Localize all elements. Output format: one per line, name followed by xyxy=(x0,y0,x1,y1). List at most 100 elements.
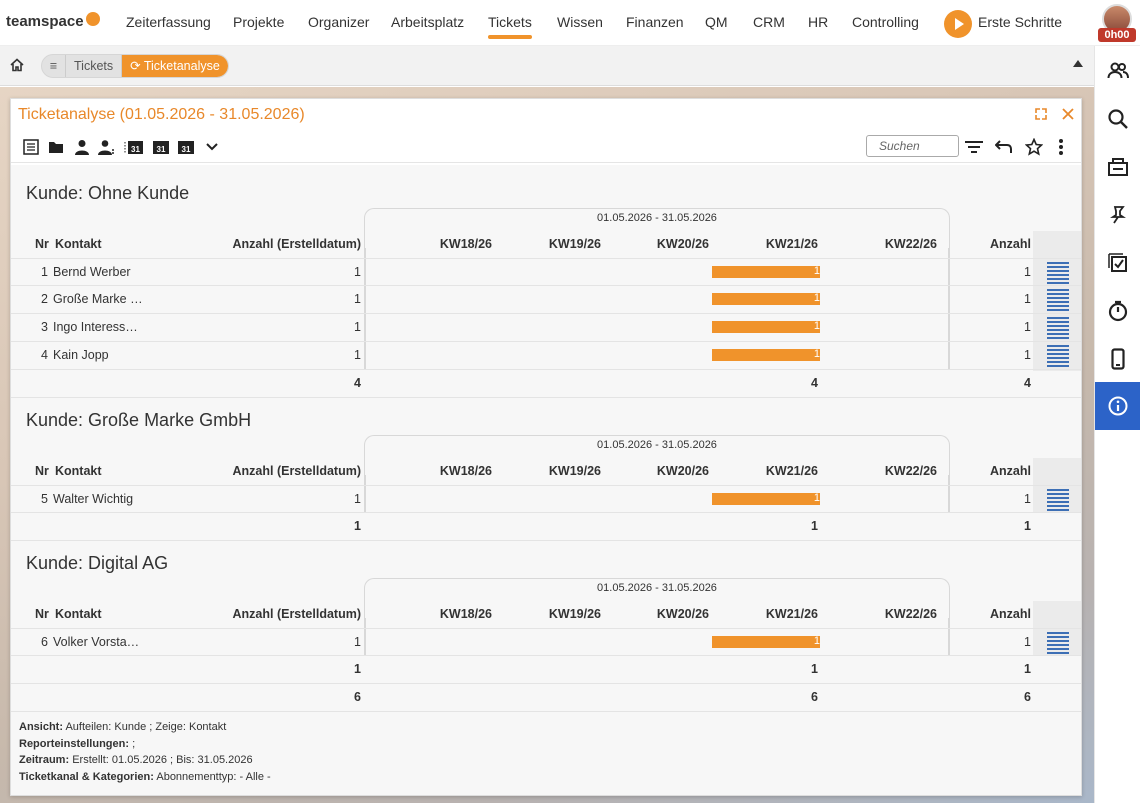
nav-item-crm[interactable]: CRM xyxy=(753,14,785,30)
column-header-kontakt[interactable]: Kontakt xyxy=(55,464,102,478)
row-anzahl-erstell: 1 xyxy=(354,320,361,334)
table-row[interactable]: 1 Bernd Werber 1 1 1 xyxy=(11,258,1081,286)
total-kw21: 4 xyxy=(811,376,818,390)
column-header-nr[interactable]: Nr xyxy=(35,464,49,478)
table-row[interactable]: 6 Volker Vorsta… 1 1 1 xyxy=(11,628,1081,656)
search-input[interactable] xyxy=(866,135,959,157)
nav-item-organizer[interactable]: Organizer xyxy=(308,14,369,30)
collapse-up-icon[interactable] xyxy=(1073,60,1083,67)
calendar-icon[interactable]: 31 xyxy=(124,137,144,157)
info-icon[interactable] xyxy=(1095,382,1140,430)
chevron-down-icon[interactable] xyxy=(202,137,222,157)
period-label: 01.05.2026 - 31.05.2026 xyxy=(597,439,717,451)
star-icon[interactable] xyxy=(1024,137,1044,157)
column-header-kw20[interactable]: KW20/26 xyxy=(629,237,709,251)
calendar-icon[interactable]: 31 xyxy=(176,137,196,157)
list-detail-icon[interactable] xyxy=(1047,345,1069,367)
table-row[interactable]: 4 Kain Jopp 1 1 1 xyxy=(11,342,1081,370)
table-row[interactable]: 5 Walter Wichtig 1 1 1 xyxy=(11,485,1081,513)
bar-value: 1 xyxy=(813,265,820,277)
column-header-anzahl[interactable]: Anzahl xyxy=(951,237,1031,251)
column-header-kontakt[interactable]: Kontakt xyxy=(55,237,102,251)
column-header-nr[interactable]: Nr xyxy=(35,607,49,621)
list-detail-icon[interactable] xyxy=(1047,262,1069,284)
pin-icon[interactable] xyxy=(1095,192,1140,238)
column-header-kw18[interactable]: KW18/26 xyxy=(411,607,492,621)
search-icon[interactable] xyxy=(1095,96,1140,142)
maximize-icon[interactable] xyxy=(1034,107,1048,121)
inbox-icon[interactable] xyxy=(1095,144,1140,190)
list-view-icon[interactable] xyxy=(21,137,41,157)
nav-item-qm[interactable]: QM xyxy=(705,14,728,30)
column-header-anzahl[interactable]: Anzahl xyxy=(951,464,1031,478)
list-detail-icon[interactable] xyxy=(1047,317,1069,339)
list-detail-icon[interactable] xyxy=(1047,489,1069,511)
row-kontakt[interactable]: Ingo Interess… xyxy=(53,320,138,334)
row-kontakt[interactable]: Große Marke … xyxy=(53,292,143,306)
column-header-kw22[interactable]: KW22/26 xyxy=(857,607,937,621)
total-row: 4 4 4 xyxy=(11,370,1081,398)
more-vert-icon[interactable] xyxy=(1051,137,1071,157)
erste-schritte-link[interactable]: Erste Schritte xyxy=(978,14,1062,30)
play-icon[interactable] xyxy=(944,10,972,38)
app-logo[interactable]: teamspace xyxy=(6,11,100,30)
nav-item-zeiterfassung[interactable]: Zeiterfassung xyxy=(126,14,211,30)
nav-item-arbeitsplatz[interactable]: Arbeitsplatz xyxy=(391,14,464,30)
column-header-kw22[interactable]: KW22/26 xyxy=(857,464,937,478)
folder-icon[interactable] xyxy=(46,137,66,157)
time-tracker-badge[interactable]: 0h00 xyxy=(1098,28,1136,42)
home-icon[interactable] xyxy=(10,58,24,72)
row-anzahl-erstell: 1 xyxy=(354,492,361,506)
row-kontakt[interactable]: Walter Wichtig xyxy=(53,492,133,506)
breadcrumb-item-ticketanalyse[interactable]: ⟳ Ticketanalyse xyxy=(122,55,228,77)
mobile-icon[interactable] xyxy=(1095,336,1140,382)
contacts-icon[interactable] xyxy=(1095,48,1140,94)
row-kontakt[interactable]: Volker Vorsta… xyxy=(53,635,139,649)
column-header-anzahl-erstell[interactable]: Anzahl (Erstelldatum) xyxy=(211,607,362,621)
footer-value: Erstellt: 01.05.2026 ; Bis: 31.05.2026 xyxy=(72,754,253,766)
nav-item-tickets[interactable]: Tickets xyxy=(488,14,532,39)
calendar-icon[interactable]: 31 xyxy=(151,137,171,157)
nav-item-controlling[interactable]: Controlling xyxy=(852,14,919,30)
row-nr: 5 xyxy=(41,492,48,506)
nav-item-wissen[interactable]: Wissen xyxy=(557,14,603,30)
column-header-kw19[interactable]: KW19/26 xyxy=(521,237,601,251)
column-header-kw20[interactable]: KW20/26 xyxy=(629,607,709,621)
row-kontakt[interactable]: Kain Jopp xyxy=(53,348,109,362)
bar-value: 1 xyxy=(813,292,820,304)
row-kontakt[interactable]: Bernd Werber xyxy=(53,265,131,279)
column-header-kw18[interactable]: KW18/26 xyxy=(411,464,492,478)
nav-item-finanzen[interactable]: Finanzen xyxy=(626,14,684,30)
report-content: Kunde: Ohne Kunde 01.05.2026 - 31.05.202… xyxy=(11,165,1081,795)
column-header-kw18[interactable]: KW18/26 xyxy=(411,237,492,251)
column-header-anzahl-erstell[interactable]: Anzahl (Erstelldatum) xyxy=(211,464,362,478)
column-header-nr[interactable]: Nr xyxy=(35,237,49,251)
column-header-kw21[interactable]: KW21/26 xyxy=(738,237,818,251)
column-header-kontakt[interactable]: Kontakt xyxy=(55,607,102,621)
filter-icon[interactable] xyxy=(964,137,984,157)
nav-item-hr[interactable]: HR xyxy=(808,14,828,30)
column-header-kw21[interactable]: KW21/26 xyxy=(738,464,818,478)
column-header-kw22[interactable]: KW22/26 xyxy=(857,237,937,251)
column-header-kw19[interactable]: KW19/26 xyxy=(521,464,601,478)
breadcrumb-menu-icon[interactable]: ≡ xyxy=(42,55,66,77)
task-check-icon[interactable] xyxy=(1095,240,1140,286)
chart-bar: 1 xyxy=(712,320,820,333)
column-header-anzahl-erstell[interactable]: Anzahl (Erstelldatum) xyxy=(211,237,362,251)
column-header-kw21[interactable]: KW21/26 xyxy=(738,607,818,621)
nav-item-projekte[interactable]: Projekte xyxy=(233,14,284,30)
row-nr: 6 xyxy=(41,635,48,649)
person-icon[interactable] xyxy=(72,137,92,157)
column-header-kw19[interactable]: KW19/26 xyxy=(521,607,601,621)
table-row[interactable]: 3 Ingo Interess… 1 1 1 xyxy=(11,314,1081,342)
breadcrumb-item-tickets[interactable]: Tickets xyxy=(66,55,123,77)
persons-icon[interactable] xyxy=(97,137,117,157)
timer-icon[interactable] xyxy=(1095,288,1140,334)
undo-icon[interactable] xyxy=(994,137,1014,157)
table-row[interactable]: 2 Große Marke … 1 1 1 xyxy=(11,286,1081,314)
column-header-anzahl[interactable]: Anzahl xyxy=(951,607,1031,621)
column-header-kw20[interactable]: KW20/26 xyxy=(629,464,709,478)
list-detail-icon[interactable] xyxy=(1047,289,1069,311)
close-icon[interactable] xyxy=(1061,107,1075,121)
list-detail-icon[interactable] xyxy=(1047,632,1069,654)
